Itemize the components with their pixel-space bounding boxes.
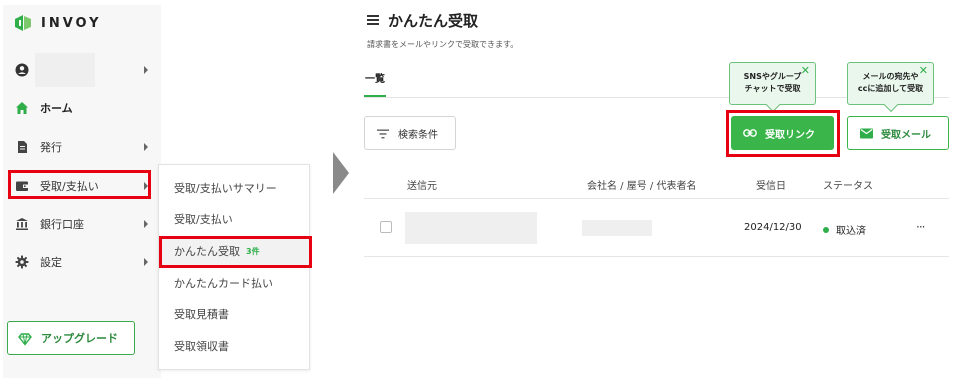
submenu-item-received-receipts[interactable]: 受取領収書: [159, 331, 309, 361]
submenu-item-summary[interactable]: 受取/支払いサマリー: [159, 173, 309, 203]
submenu-item-label: 受取/支払いサマリー: [174, 182, 277, 195]
diamond-icon: [18, 333, 32, 346]
home-icon: [16, 102, 28, 114]
document-icon: [18, 141, 27, 153]
submenu-item-label: かんたんカード払い: [174, 277, 273, 290]
receive-mail-label: 受取メール: [881, 129, 931, 141]
upgrade-button[interactable]: アップグレード: [7, 321, 135, 355]
tooltip-receive-mail: ✕ メールの宛先や ccに追加して受取: [847, 62, 934, 113]
company-redacted: [582, 220, 652, 236]
submenu-item-receive-pay[interactable]: 受取/支払い: [159, 204, 309, 234]
chevron-right-icon: [144, 220, 148, 228]
app-logo[interactable]: INVOY: [13, 13, 102, 33]
received-date-cell: 2024/12/30: [744, 222, 802, 233]
sidebar-item-label: 設定: [40, 256, 62, 269]
status-cell: 取込済: [823, 222, 866, 237]
submenu-item-label: 受取見積書: [174, 308, 229, 321]
status-label: 取込済: [836, 226, 866, 237]
column-header-status[interactable]: ステータス: [823, 177, 873, 192]
sidebar-item-home[interactable]: ホーム: [3, 94, 161, 122]
tooltip-line: チャットで受取: [744, 84, 801, 93]
highlight-receive-link: [726, 110, 840, 157]
table-header-divider: [364, 198, 949, 199]
mail-icon: [860, 128, 873, 139]
row-checkbox[interactable]: [380, 221, 392, 233]
filter-button[interactable]: 検索条件: [364, 116, 456, 150]
account-circle-icon: [15, 63, 29, 77]
invoy-logo-icon: [15, 15, 31, 31]
submenu-item-label: 受取領収書: [174, 340, 229, 353]
receive-mail-button[interactable]: 受取メール: [847, 116, 949, 150]
main-content: かんたん受取 請求書をメールやリンクで受取できます。 一覧 ✕ SNSやグループ…: [355, 0, 955, 378]
upgrade-label: アップグレード: [41, 332, 118, 345]
filter-icon: [377, 129, 389, 139]
highlight-receive-pay: [8, 170, 151, 199]
close-icon[interactable]: ✕: [801, 65, 810, 76]
table-row-divider: [364, 256, 949, 257]
sidebar-item-issue[interactable]: 発行: [3, 133, 161, 161]
chevron-right-icon: [144, 143, 148, 151]
submenu-item-easy-card-pay[interactable]: かんたんカード払い: [159, 268, 309, 298]
page-description: 請求書をメールやリンクで受取できます。: [367, 40, 519, 49]
arrow-right-icon: [333, 152, 349, 194]
column-header-received-date[interactable]: 受信日: [756, 177, 786, 192]
chevron-right-icon: [144, 66, 148, 74]
highlight-easy-receive: [159, 236, 312, 268]
submenu-item-received-quotes[interactable]: 受取見積書: [159, 299, 309, 329]
close-icon[interactable]: ✕: [919, 65, 928, 76]
account-name-redacted: [35, 53, 95, 87]
tooltip-receive-link: ✕ SNSやグループ チャットで受取: [729, 62, 816, 113]
gear-icon: [15, 255, 29, 269]
sidebar-item-bank[interactable]: 銀行口座: [3, 210, 161, 238]
hamburger-menu-icon[interactable]: [367, 15, 379, 25]
filter-label: 検索条件: [398, 129, 438, 141]
sidebar-item-settings[interactable]: 設定: [3, 248, 161, 276]
logo-text: INVOY: [41, 15, 102, 31]
chevron-right-icon: [144, 258, 148, 266]
sidebar-item-label: 発行: [40, 141, 62, 154]
bank-icon: [16, 218, 28, 230]
tooltip-tail: [883, 97, 899, 113]
tab-list[interactable]: 一覧: [365, 70, 385, 85]
page-title: かんたん受取: [388, 12, 479, 30]
sidebar-item-account[interactable]: [3, 53, 161, 87]
tooltip-line: ccに追加して受取: [857, 84, 924, 93]
column-header-company[interactable]: 会社名 / 屋号 / 代表者名: [587, 177, 696, 192]
status-dot-icon: [823, 226, 829, 233]
more-options-icon[interactable]: ···: [916, 220, 926, 234]
column-header-sender[interactable]: 送信元: [407, 177, 437, 192]
sender-redacted: [405, 212, 537, 244]
sidebar-item-label: 銀行口座: [40, 218, 84, 231]
submenu-item-label: 受取/支払い: [174, 213, 233, 226]
sidebar-item-label: ホーム: [40, 102, 73, 115]
